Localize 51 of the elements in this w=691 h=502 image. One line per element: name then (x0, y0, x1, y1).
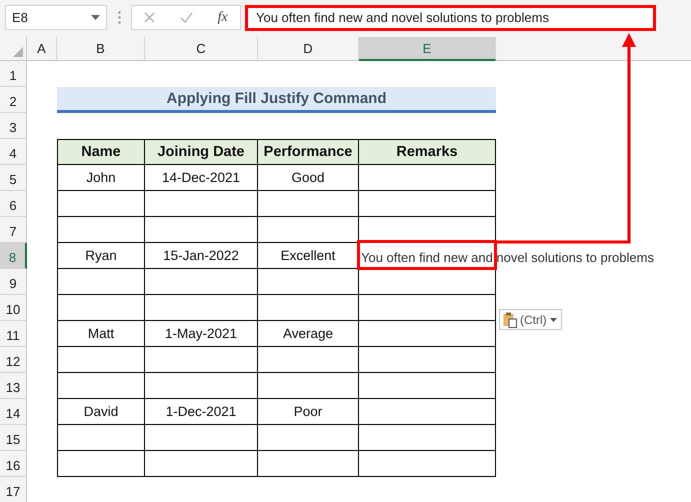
row-heading[interactable]: 2 (0, 87, 27, 113)
remark-text: You often find new and novel solutions to problems (360, 250, 654, 265)
column-heading[interactable]: E (359, 37, 496, 61)
row-heading[interactable]: 9 (0, 269, 27, 295)
sheet-title: Applying Fill Justify Command (57, 87, 496, 113)
row-heading[interactable]: 8 (0, 243, 27, 269)
table-cell: 1-Dec-2021 (145, 399, 258, 425)
function-button[interactable]: fx (218, 10, 228, 26)
row-heading[interactable]: 4 (0, 139, 27, 165)
table-cell: Excellent (258, 243, 359, 269)
row-heading[interactable]: 6 (0, 191, 27, 217)
column-heading[interactable]: B (57, 37, 145, 61)
grip-icon (118, 11, 121, 24)
row-heading[interactable]: 15 (0, 425, 27, 451)
row-heading[interactable]: 5 (0, 165, 27, 191)
table-cell: Good (258, 165, 359, 191)
cancel-icon[interactable] (144, 12, 156, 23)
row-heading[interactable]: 17 (0, 477, 27, 502)
row-heading[interactable]: 11 (0, 321, 27, 347)
column-heading[interactable]: D (258, 37, 359, 61)
caret-icon (550, 318, 557, 322)
table-cell: Average (258, 321, 359, 347)
row-heading[interactable]: 13 (0, 373, 27, 399)
row-heading[interactable]: 10 (0, 295, 27, 321)
caret-icon[interactable] (91, 15, 100, 20)
table-cell: Ryan (57, 243, 145, 269)
row-heading[interactable]: 16 (0, 451, 27, 477)
clipboard-icon (503, 312, 517, 328)
table-cell: Poor (258, 399, 359, 425)
check-icon[interactable] (180, 12, 193, 23)
formula-field[interactable]: You often find new and novel solutions to problems (245, 4, 656, 30)
row-heading[interactable]: 1 (0, 61, 27, 87)
column-heading[interactable]: C (145, 37, 258, 61)
table-cell: 14-Dec-2021 (145, 165, 258, 191)
table-cell: 1-May-2021 (145, 321, 258, 347)
table-header: Remarks (359, 139, 496, 165)
table-cell: 15-Jan-2022 (145, 243, 258, 269)
row-heading[interactable]: 3 (0, 113, 27, 139)
column-heading[interactable]: A (27, 37, 57, 61)
row-heading[interactable]: 12 (0, 347, 27, 373)
table-header: Name (57, 139, 145, 165)
row-heading[interactable]: 7 (0, 217, 27, 243)
table-cell: John (57, 165, 145, 191)
table-cell: Matt (57, 321, 145, 347)
name-box[interactable]: E8 (5, 5, 107, 30)
table-cell: David (57, 399, 145, 425)
row-heading[interactable]: 14 (0, 399, 27, 425)
table-header: Performance (258, 139, 359, 165)
paste-options-button[interactable]: (Ctrl) (499, 309, 562, 330)
select-all-icon[interactable] (13, 47, 23, 57)
table-header: Joining Date (145, 139, 258, 165)
